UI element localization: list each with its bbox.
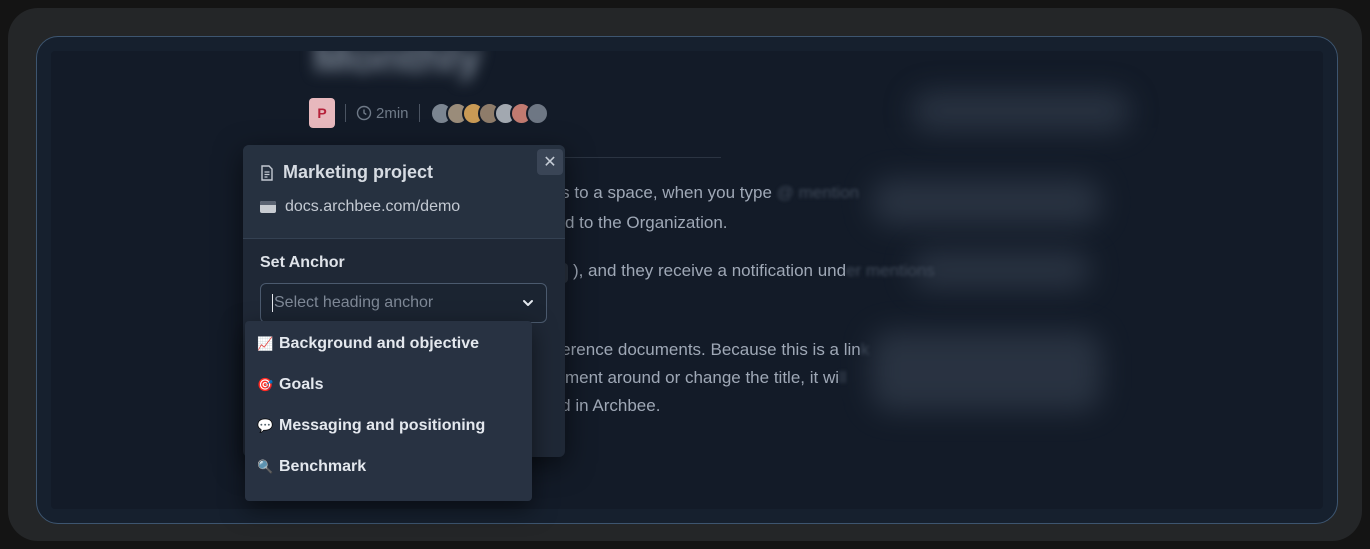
- document-meta: P 2min: [309, 97, 549, 129]
- anchor-dropdown-menu: 📈 Background and objective 🎯 Goals 💬 Mes…: [245, 321, 532, 501]
- read-time: 2min: [356, 105, 409, 122]
- link-preview[interactable]: Marketing project docs.archbee.com/demo …: [243, 145, 565, 239]
- clock-icon: [356, 105, 372, 121]
- blurred-content: [871, 331, 1101, 411]
- anchor-option-label: Background and objective: [279, 334, 480, 352]
- divider-line: [541, 157, 721, 158]
- doc-text-line: cument around or change the title, it wi…: [547, 368, 847, 387]
- anchor-option-label: Messaging and positioning: [279, 416, 486, 434]
- document-title: Monthly: [313, 51, 482, 82]
- doc-text-line: eference documents. Because this is a li…: [547, 340, 870, 359]
- anchor-option-label: Goals: [279, 375, 324, 393]
- speech-bubble-icon: 💬: [257, 417, 274, 433]
- link-title-text: Marketing project: [283, 162, 434, 182]
- doc-text-line: nts to a space, when you type @ mention: [547, 183, 860, 202]
- anchor-option[interactable]: 💬 Messaging and positioning: [245, 405, 532, 446]
- doc-text-line: ited to the Organization.: [547, 213, 728, 232]
- set-anchor-label: Set Anchor: [260, 254, 345, 271]
- anchor-option[interactable]: 🔍 Benchmark: [245, 446, 532, 487]
- anchor-select[interactable]: [260, 283, 547, 323]
- target-icon: 🎯: [257, 376, 274, 392]
- author-badge[interactable]: P: [309, 98, 335, 128]
- blurred-content: [911, 251, 1091, 289]
- magnifier-icon: 🔍: [257, 458, 274, 474]
- link-url-text: docs.archbee.com/demo: [285, 198, 461, 215]
- link-url[interactable]: docs.archbee.com/demo: [260, 198, 460, 216]
- anchor-option-label: Benchmark: [279, 457, 367, 475]
- read-time-label: 2min: [376, 104, 409, 122]
- site-favicon-icon: [260, 201, 276, 213]
- close-icon: ✕: [543, 154, 557, 171]
- close-button[interactable]: ✕: [537, 149, 563, 175]
- blurred-content: [911, 91, 1131, 131]
- anchor-option[interactable]: 📈 Background and objective: [245, 323, 532, 364]
- document-icon: [261, 164, 273, 181]
- avatar[interactable]: [525, 101, 549, 125]
- anchor-option[interactable]: 🎯 Goals: [245, 364, 532, 405]
- screen-frame: Monthly P 2min nts to a space, when you …: [36, 36, 1338, 524]
- text-cursor: [272, 294, 273, 312]
- chart-icon: 📈: [257, 335, 274, 351]
- blurred-content: [871, 179, 1101, 225]
- chevron-down-icon[interactable]: [521, 296, 535, 310]
- meta-divider: [345, 104, 346, 122]
- doc-text-line: ame ), and they receive a notification u…: [533, 261, 935, 283]
- link-title: Marketing project: [260, 162, 433, 183]
- meta-divider: [418, 104, 420, 122]
- anchor-search-input[interactable]: [274, 294, 521, 312]
- contributor-avatars[interactable]: [429, 101, 549, 125]
- editor-canvas: Monthly P 2min nts to a space, when you …: [51, 51, 1323, 509]
